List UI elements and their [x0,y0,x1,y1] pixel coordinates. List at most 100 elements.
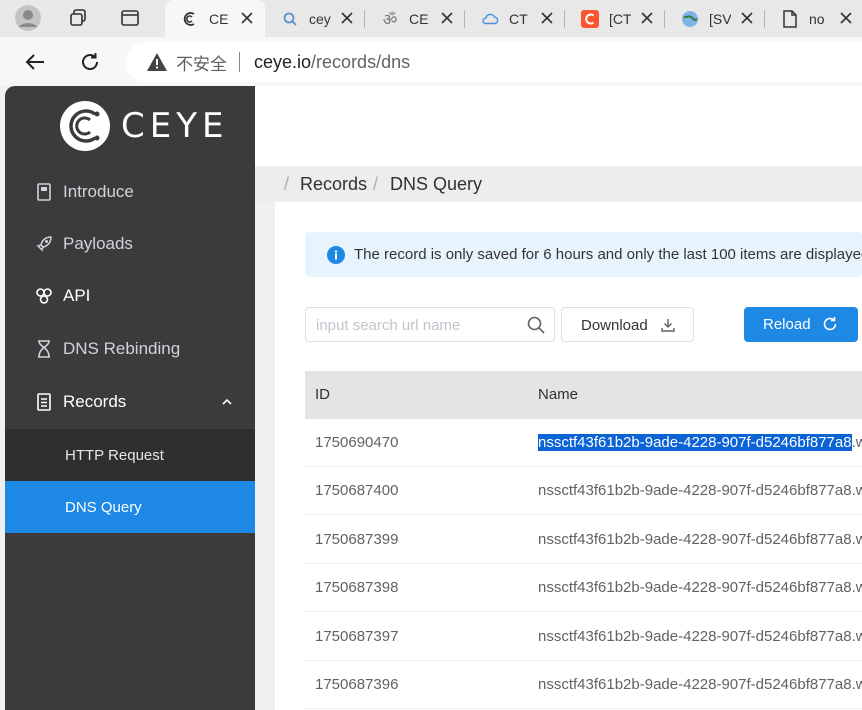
browser-tab-strip: CE cey ॐ CE CT [CT [SV no [0,0,862,37]
api-icon [35,287,53,305]
sidebar-item-dns-rebinding[interactable]: DNS Rebinding [5,323,255,375]
csdn-c-icon [581,9,599,28]
sidebar-subitem-dns-query[interactable]: DNS Query [5,481,255,533]
tab-title: CE [409,10,429,27]
breadcrumb: / Records / DNS Query [255,166,862,202]
tab-sv[interactable]: [SV [665,0,765,37]
close-icon[interactable] [838,10,854,26]
globe-icon [681,10,699,28]
cell-id: 1750687399 [315,531,399,548]
sidebar-item-payloads[interactable]: Payloads [5,218,255,270]
reload-label: Reload [763,316,811,333]
breadcrumb-separator: / [373,174,379,194]
download-icon [661,319,675,332]
ceye-logo-icon [181,10,199,28]
table-row[interactable]: 1750687399 nssctf43f61b2b-9ade-4228-907f… [305,516,862,564]
search-placeholder: input search url name [316,317,461,334]
info-alert: The record is only saved for 6 hours and… [305,232,862,277]
sidebar-item-label: DNS Rebinding [63,339,181,358]
reload-button[interactable]: Reload [744,307,858,342]
cell-name[interactable]: nssctf43f61b2b-9ade-4228-907f-d5246bf877… [538,628,862,645]
avatar-icon [15,5,41,31]
cell-name[interactable]: nssctf43f61b2b-9ade-4228-907f-d5246bf877… [538,482,862,499]
refresh-icon [82,53,98,70]
tab-title: CT [509,10,528,27]
close-icon[interactable] [739,10,755,26]
close-icon[interactable] [539,10,555,26]
selected-text: nssctf43f61b2b-9ade-4228-907f-d5246bf877… [538,434,852,451]
download-button[interactable]: Download [561,307,694,342]
sidebar-item-records[interactable]: Records [5,376,255,428]
cell-name[interactable]: nssctf43f61b2b-9ade-4228-907f-d5246bf877… [538,676,862,693]
cell-id: 1750687397 [315,628,399,645]
sidebar-item-api[interactable]: API [5,270,255,322]
cell-id: 1750687398 [315,579,399,596]
cloud-icon [481,10,499,28]
tab-csdn[interactable]: [CT [565,0,665,37]
rocket-icon [35,235,53,253]
tab-search[interactable]: cey [265,0,365,37]
workspaces-icon [70,9,86,26]
close-icon[interactable] [239,10,255,26]
url-text[interactable]: ceye.io/records/dns [254,52,410,73]
cell-name[interactable]: nssctf43f61b2b-9ade-4228-907f-d5246bf877… [538,579,862,596]
tab-title: CE [209,10,229,27]
tab-om[interactable]: ॐ CE [365,0,465,37]
close-icon[interactable] [339,10,355,26]
tab-document[interactable]: no [765,0,862,37]
sidebar-item-label: Introduce [63,182,134,201]
tab-cloud[interactable]: CT [465,0,565,37]
vertical-tabs-icon [121,10,139,26]
ceye-logo-icon [60,101,110,151]
column-header-name: Name [538,386,579,403]
search-icon [281,10,299,28]
tab-title: no [809,10,825,27]
workspaces-button[interactable] [63,4,93,32]
search-input[interactable]: input search url name [305,307,555,342]
sidebar-item-label: Payloads [63,234,133,253]
ceye-logo[interactable]: CEYE [59,100,228,152]
cell-id: 1750687400 [315,482,399,499]
table-header: ID Name [305,371,862,419]
column-header-id: ID [315,386,330,403]
tab-ceye[interactable]: CE [165,0,265,37]
sidebar-item-introduce[interactable]: Introduce [5,166,255,218]
sidebar-item-label: API [63,286,91,305]
reload-page-button[interactable] [76,48,104,76]
cell-name[interactable]: nssctf43f61b2b-9ade-4228-907f-d5246bf877… [538,434,862,451]
table-row[interactable]: 1750687398 nssctf43f61b2b-9ade-4228-907f… [305,564,862,612]
hourglass-icon [35,340,53,358]
table-row[interactable]: 1750687400 nssctf43f61b2b-9ade-4228-907f… [305,467,862,515]
warning-icon [147,53,167,71]
records-icon [35,393,53,411]
refresh-icon [823,317,837,331]
address-bar[interactable]: 不安全 ceye.io/records/dns [126,42,862,82]
book-icon [35,183,53,201]
cell-name-rest: .w [851,434,862,451]
sidebar-item-label: Records [63,392,127,411]
sidebar-subitem-http-request[interactable]: HTTP Request [5,429,255,481]
top-header [255,86,862,166]
tab-title: cey [309,10,331,27]
logo-text: CEYE [121,106,229,146]
alert-message: The record is only saved for 6 hours and… [354,246,862,263]
om-symbol-icon: ॐ [382,11,398,29]
back-button[interactable] [21,48,49,76]
tab-actions-button[interactable] [115,4,145,32]
close-icon[interactable] [439,10,455,26]
table-row[interactable]: 1750687396 nssctf43f61b2b-9ade-4228-907f… [305,661,862,709]
cell-name[interactable]: nssctf43f61b2b-9ade-4228-907f-d5246bf877… [538,531,862,548]
table-row[interactable]: 1750690470 nssctf43f61b2b-9ade-4228-907f… [305,419,862,467]
profile-avatar[interactable] [13,4,43,32]
url-path: /records/dns [311,51,411,72]
arrow-left-icon [25,54,44,70]
tab-title: [CT [609,10,631,27]
search-icon[interactable] [526,315,546,335]
browser-toolbar: 不安全 ceye.io/records/dns [0,37,862,86]
breadcrumb-item-records[interactable]: Records [300,174,367,195]
download-label: Download [581,317,648,334]
sidebar-subitem-label: DNS Query [65,498,142,516]
close-icon[interactable] [639,10,655,26]
table-row[interactable]: 1750687397 nssctf43f61b2b-9ade-4228-907f… [305,613,862,661]
sidebar-subitem-label: HTTP Request [65,446,164,464]
